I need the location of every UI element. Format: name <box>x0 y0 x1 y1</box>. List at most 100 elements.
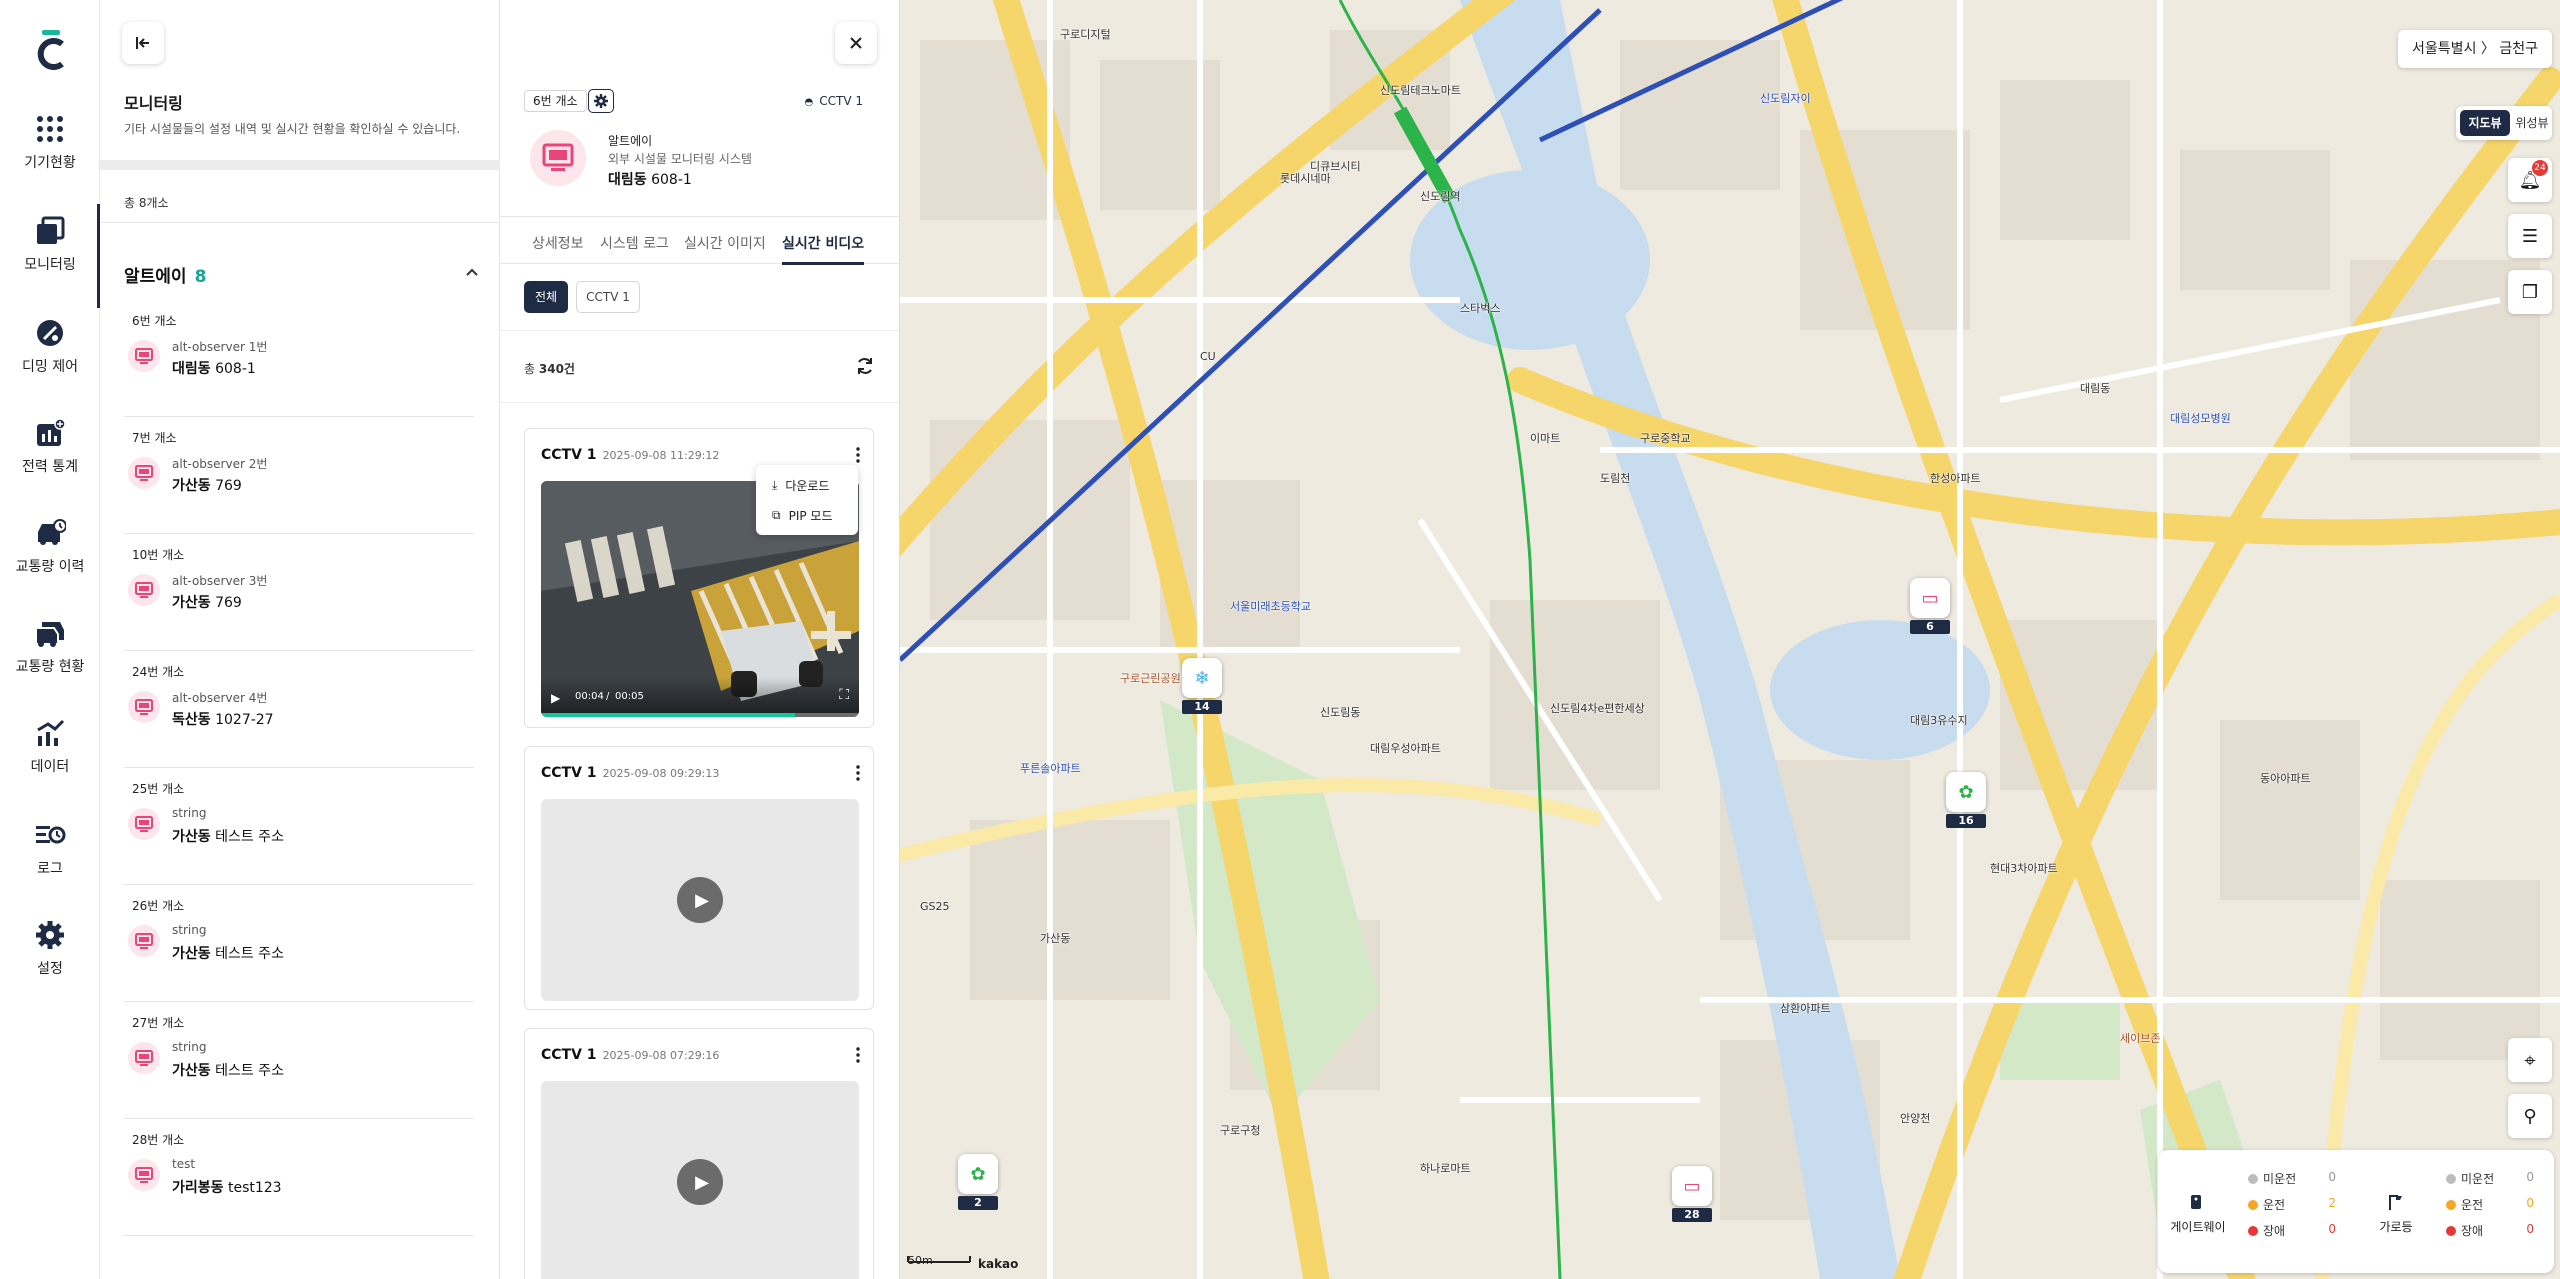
map-place-label: 가산동 <box>1040 932 1071 945</box>
nav-item-traffic-history[interactable]: 교통량 이력 <box>0 518 100 598</box>
map-marker[interactable]: ✿ 16 <box>1946 772 1986 830</box>
device-settings-button[interactable] <box>588 89 614 113</box>
filter-cctv-button[interactable]: CCTV 1 <box>576 281 640 313</box>
device-address-detail: 769 <box>215 478 242 494</box>
detail-tabs: 상세정보 시스템 로그 실시간 이미지 실시간 비디오 <box>500 216 899 265</box>
device-district: 가산동 <box>172 595 211 611</box>
power-stats-icon <box>37 418 65 446</box>
map-view-button[interactable]: 지도뷰 <box>2460 110 2510 136</box>
video-total-label: 총 <box>524 362 536 376</box>
nav-item-power-stats[interactable]: 전력 통계 <box>0 418 100 498</box>
play-button[interactable]: ▶ <box>677 877 723 923</box>
device-list-item[interactable]: 26번 개소 string 가산동 테스트 주소 <box>124 885 474 1002</box>
more-menu-icon[interactable] <box>855 447 861 463</box>
fullscreen-icon[interactable]: ⛶ <box>839 687 849 703</box>
device-list-item[interactable]: 10번 개소 alt-observer 3번 가산동 769 <box>124 534 474 651</box>
video-player[interactable]: ▶ <box>541 1081 859 1279</box>
device-address: 가산동 769 <box>172 592 242 612</box>
tab-live-video[interactable]: 실시간 비디오 <box>782 233 865 265</box>
more-menu-icon[interactable] <box>855 765 861 781</box>
play-icon[interactable]: ▶ <box>551 691 560 705</box>
nav-item-monitoring[interactable]: 모니터링 <box>0 204 101 308</box>
device-address: 대림동 608-1 <box>608 169 692 189</box>
tab-details[interactable]: 상세정보 <box>532 233 584 253</box>
layers-button[interactable]: ❐ <box>2508 270 2552 314</box>
nav-item-data[interactable]: 데이터 <box>0 718 100 798</box>
legend-value: 2 <box>2328 1196 2336 1210</box>
map-marker[interactable]: ▭ 28 <box>1672 1166 1712 1224</box>
tab-live-image[interactable]: 실시간 이미지 <box>684 233 766 253</box>
map-view-toggle: 지도뷰 위성뷰 <box>2456 106 2552 140</box>
device-list-item[interactable]: 24번 개소 alt-observer 4번 독산동 1027-27 <box>124 651 474 768</box>
map-marker[interactable]: ▭ 6 <box>1910 578 1950 636</box>
side-nav: 기기현황 모니터링 디밍 제어 전력 통계 교통량 이력 교통량 현황 데이터 <box>0 0 101 1279</box>
map-marker[interactable]: ✿ 2 <box>958 1154 998 1212</box>
map-place-label: 도림천 <box>1600 472 1631 485</box>
map-place-label: 현대3차아파트 <box>1990 862 2058 875</box>
nav-item-log[interactable]: 로그 <box>0 820 100 900</box>
legend-label: 미운전 <box>2461 1172 2495 1186</box>
map-view[interactable]: 신도림역 디큐브시티 대림3유수지 구로근린공원 신도림테크노마트 서울미래초등학교 가산동… <box>900 0 2560 1279</box>
monitor-icon <box>128 1042 160 1074</box>
map-place-label: 대림우성아파트 <box>1370 742 1441 755</box>
legend-row: 장애 0 <box>2248 1222 2336 1239</box>
map-place-label: 대림동 <box>2080 382 2111 395</box>
monitor-icon: ▭ <box>1683 1175 1701 1197</box>
collapse-panel-button[interactable] <box>122 22 164 64</box>
device-observer: alt-observer 4번 <box>172 691 268 705</box>
menu-label: 다운로드 <box>785 479 830 493</box>
chevron-up-icon[interactable] <box>464 264 480 280</box>
group-header[interactable]: 알트에이 8 <box>124 262 480 287</box>
region-breadcrumb[interactable]: 서울특별시 〉 금천구 <box>2398 30 2552 68</box>
device-post: 25번 개소 <box>132 782 185 796</box>
nav-label: 데이터 <box>30 759 70 775</box>
legend-row: 미운전 0 <box>2446 1170 2534 1187</box>
sliders-icon: ☰ <box>2521 225 2539 247</box>
device-detail-panel: 6번 개소 ◓ CCTV 1 알트에이 외부 시설물 모니터링 시스템 대림동 6… <box>500 0 900 1279</box>
device-address-detail: 1027-27 <box>215 712 274 728</box>
marker-button[interactable]: ⚲ <box>2508 1094 2552 1138</box>
more-menu-icon[interactable] <box>855 1047 861 1063</box>
device-list-item[interactable]: 27번 개소 string 가산동 테스트 주소 <box>124 1002 474 1119</box>
map-place-label: 하나로마트 <box>1420 1162 1471 1175</box>
monitor-icon <box>128 925 160 957</box>
device-address: 가산동 769 <box>172 475 242 495</box>
video-player[interactable]: ▶ <box>541 799 859 1001</box>
nav-item-dimming[interactable]: 디밍 제어 <box>0 318 100 398</box>
menu-item-pip[interactable]: ⧉ PIP 모드 <box>772 507 833 524</box>
map-place-label: 신도림4차e편한세상 <box>1550 702 1645 715</box>
device-list-item[interactable]: 28번 개소 test 가리봉동 test123 <box>124 1119 474 1236</box>
tab-system-log[interactable]: 시스템 로그 <box>600 233 669 253</box>
device-list-item[interactable]: 25번 개소 string 가산동 테스트 주소 <box>124 768 474 885</box>
nav-label: 교통량 현황 <box>15 659 85 675</box>
total-count: 총 8개소 <box>124 196 169 210</box>
map-marker[interactable]: ❄ 14 <box>1182 658 1222 716</box>
map-place-label: 신도림자이 <box>1760 92 1811 105</box>
nav-item-traffic-status[interactable]: 교통량 현황 <box>0 618 100 698</box>
notifications-button[interactable]: 🔔︎ 24 <box>2508 158 2552 202</box>
play-icon: ▶ <box>695 1171 709 1193</box>
video-progress-track[interactable] <box>541 713 859 717</box>
device-list-item[interactable]: 6번 개소 alt-observer 1번 대림동 608-1 <box>124 300 474 417</box>
menu-item-download[interactable]: ⤓ 다운로드 <box>772 477 829 494</box>
settings-icon <box>36 921 64 949</box>
refresh-icon[interactable] <box>855 356 875 376</box>
nav-item-settings[interactable]: 설정 <box>0 920 100 1000</box>
device-observer: string <box>172 1040 207 1054</box>
filter-button[interactable]: ☰ <box>2508 214 2552 258</box>
status-dot <box>2446 1226 2456 1236</box>
legend-value: 0 <box>2526 1196 2534 1210</box>
legend-label: 운전 <box>2461 1198 2484 1212</box>
play-button[interactable]: ▶ <box>677 1159 723 1205</box>
filter-all-button[interactable]: 전체 <box>524 281 568 313</box>
my-location-button[interactable]: ⌖ <box>2508 1038 2552 1082</box>
plant-icon: ✿ <box>970 1163 986 1185</box>
nav-item-devices[interactable]: 기기현황 <box>0 114 100 194</box>
legend-value: 0 <box>2328 1170 2336 1184</box>
close-button[interactable] <box>835 22 877 64</box>
legend-value: 0 <box>2328 1222 2336 1236</box>
satellite-view-button[interactable]: 위성뷰 <box>2514 110 2550 136</box>
device-list-item[interactable]: 7번 개소 alt-observer 2번 가산동 769 <box>124 417 474 534</box>
video-header: CCTV 1 2025-09-08 07:29:16 <box>541 1047 719 1063</box>
device-address-detail: 테스트 주소 <box>215 1063 284 1079</box>
